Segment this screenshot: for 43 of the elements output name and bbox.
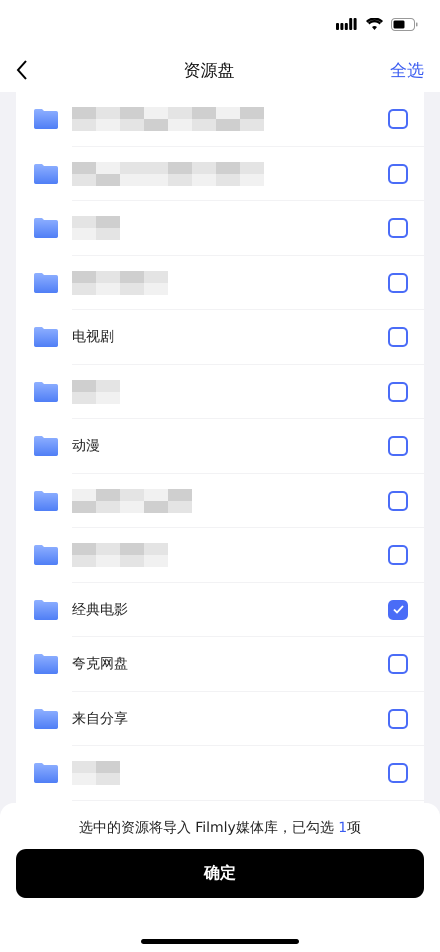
folder-name: 电视剧 [72,328,115,346]
folder-icon [34,600,58,620]
folder-name: 经典电影 [72,600,129,619]
select-all-button[interactable]: 全选 [390,58,424,82]
folder-name: 来自分享 [72,710,129,728]
check-icon [392,605,404,614]
checkbox[interactable] [388,763,408,784]
page-title: 资源盘 [184,60,234,82]
confirm-button[interactable]: 确定 [16,849,424,898]
folder-icon [34,327,58,348]
checkbox[interactable] [388,327,408,348]
folder-icon [34,218,58,238]
folder-icon [34,708,58,729]
folder-name: 夸克网盘 [72,655,129,674]
folder-icon [34,109,58,130]
checkbox[interactable] [388,164,408,184]
folder-icon [34,436,58,456]
checkbox[interactable] [388,109,408,130]
back-button[interactable] [16,60,28,80]
checkbox[interactable] [388,654,408,674]
checkbox[interactable] [388,436,408,456]
signal-icon [336,18,358,30]
folder-icon [34,164,58,184]
folder-icon [34,763,58,784]
checkbox[interactable] [388,272,408,293]
folder-icon [34,272,58,293]
folder-name: 动漫 [72,437,101,456]
wifi-icon [366,18,383,30]
checkbox[interactable] [388,708,408,729]
selection-summary: 选中的资源将导入 Filmly媒体库，已勾选 1项 [78,819,362,837]
folder-icon [34,654,58,674]
checkbox[interactable] [388,382,408,402]
checkbox[interactable] [388,490,408,511]
folder-icon [34,490,58,511]
checkbox[interactable] [388,545,408,566]
blurred-name [72,216,120,240]
checkbox[interactable] [388,218,408,238]
folder-icon [34,545,58,566]
blurred-name [72,380,120,404]
checkbox[interactable] [388,600,408,620]
folder-icon [34,382,58,402]
blurred-name [72,761,120,786]
battery-icon [391,18,418,30]
